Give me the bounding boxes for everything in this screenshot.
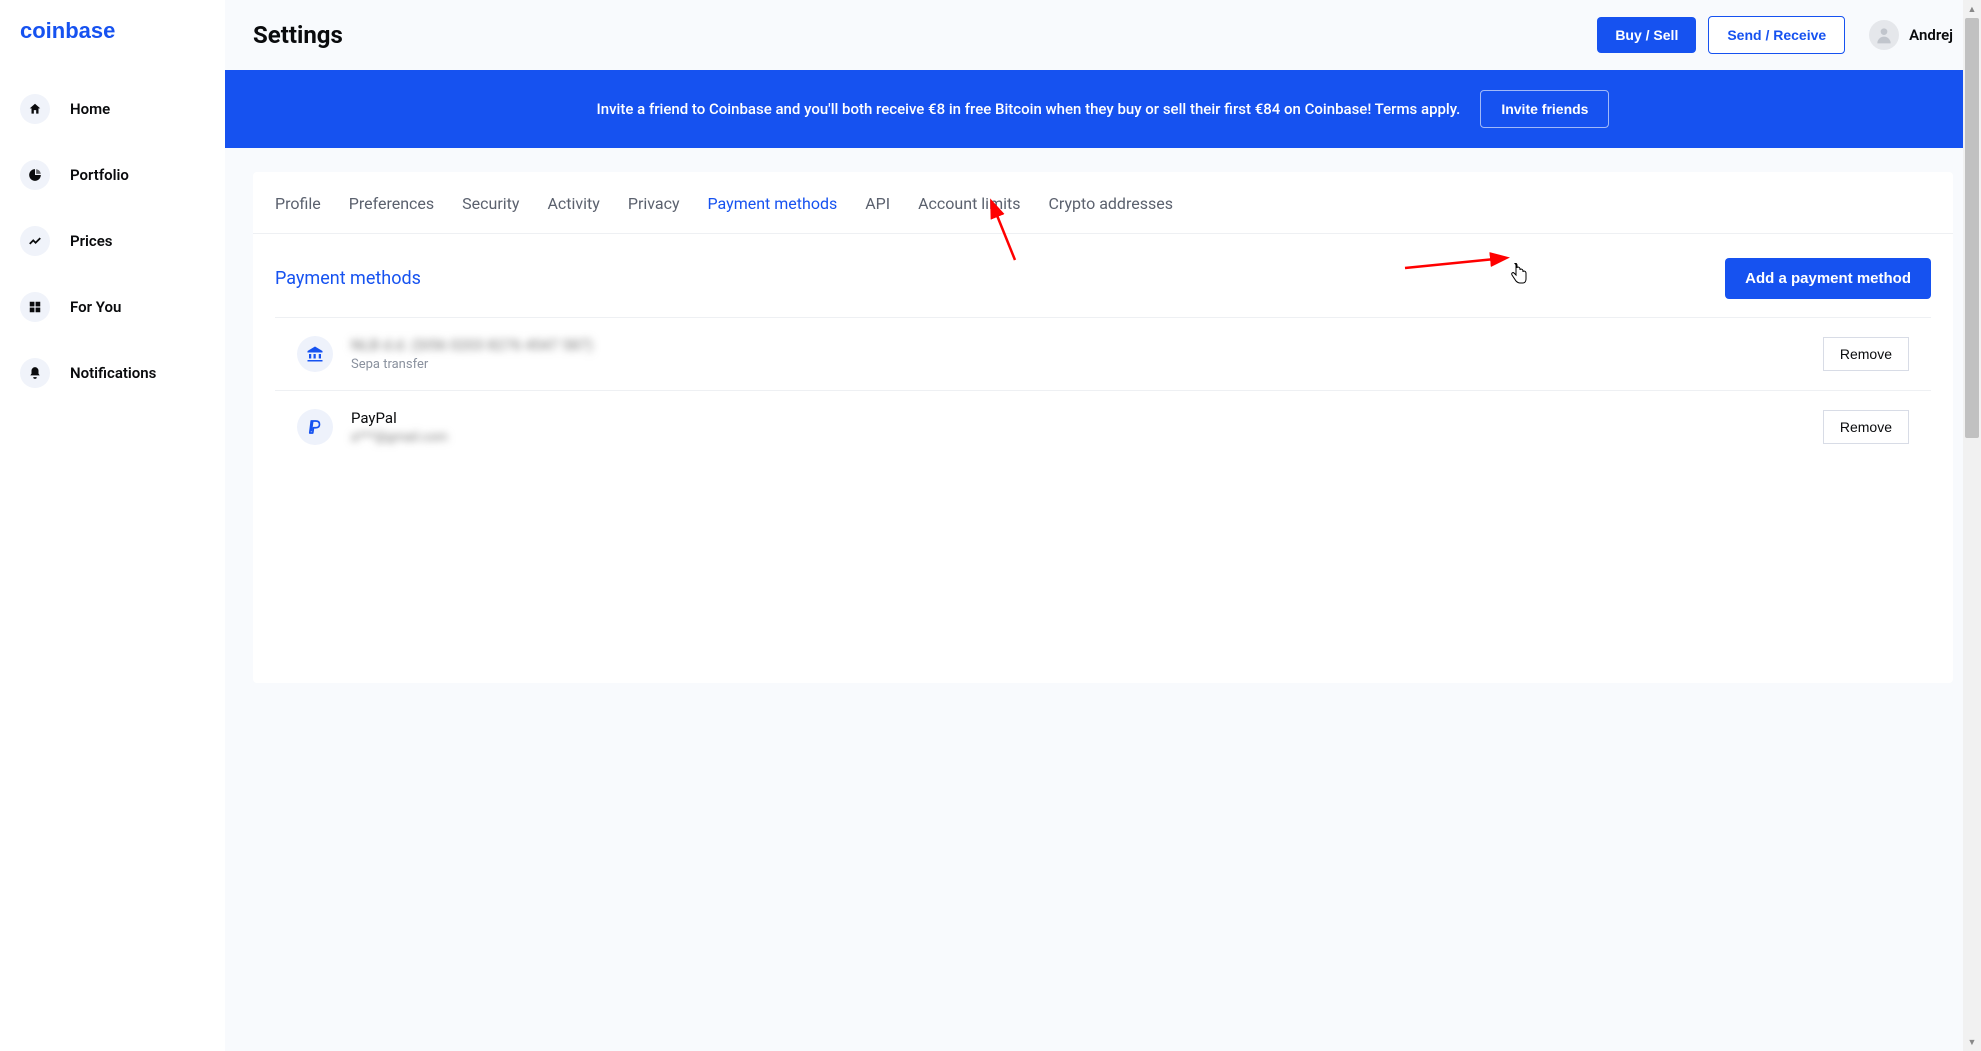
bell-icon: [20, 358, 50, 388]
section-title: Payment methods: [275, 268, 421, 289]
sidebar-item-label: Portfolio: [70, 166, 129, 184]
user-menu[interactable]: Andrej: [1869, 20, 1953, 50]
scrollbar[interactable]: ▲ ▼: [1963, 0, 1981, 1051]
logo[interactable]: coinbase: [0, 20, 225, 76]
sidebar-item-label: Home: [70, 100, 110, 118]
payment-method-sub: Sepa transfer: [351, 357, 593, 372]
invite-friends-button[interactable]: Invite friends: [1480, 90, 1609, 128]
send-receive-button[interactable]: Send / Receive: [1708, 16, 1845, 54]
tab-privacy[interactable]: Privacy: [628, 194, 680, 213]
add-payment-method-button[interactable]: Add a payment method: [1725, 258, 1931, 299]
payment-method-name: PayPal: [351, 409, 448, 427]
tab-crypto-addresses[interactable]: Crypto addresses: [1048, 194, 1172, 213]
paypal-icon: [297, 409, 333, 445]
buy-sell-button[interactable]: Buy / Sell: [1597, 17, 1696, 53]
sidebar-item-label: Notifications: [70, 364, 156, 382]
page-title: Settings: [253, 21, 343, 49]
home-icon: [20, 94, 50, 124]
avatar-icon: [1869, 20, 1899, 50]
section-header: Payment methods Add a payment method: [253, 234, 1953, 317]
svg-text:coinbase: coinbase: [20, 20, 115, 42]
payment-method-row: PayPal a***@gmail.com Remove: [275, 390, 1931, 463]
sidebar-item-notifications[interactable]: Notifications: [0, 340, 225, 406]
settings-card: Profile Preferences Security Activity Pr…: [253, 172, 1953, 683]
remove-button[interactable]: Remove: [1823, 410, 1909, 444]
header-actions: Buy / Sell Send / Receive Andrej: [1597, 16, 1953, 54]
tab-payment-methods[interactable]: Payment methods: [708, 194, 838, 213]
invite-banner: Invite a friend to Coinbase and you'll b…: [225, 70, 1981, 148]
payment-method-info: NLB d.d. (SI56 0203 8276 4547 587) Sepa …: [297, 336, 593, 372]
user-name: Andrej: [1909, 26, 1953, 44]
sidebar-item-label: Prices: [70, 232, 113, 250]
sidebar-item-foryou[interactable]: For You: [0, 274, 225, 340]
grid-icon: [20, 292, 50, 322]
pie-icon: [20, 160, 50, 190]
sidebar: coinbase Home Portfolio Prices For You N…: [0, 0, 225, 1051]
bank-icon: [297, 336, 333, 372]
header: Settings Buy / Sell Send / Receive Andre…: [225, 0, 1981, 70]
payment-method-sub: a***@gmail.com: [351, 430, 448, 445]
payment-method-name: NLB d.d. (SI56 0203 8276 4547 587): [351, 336, 593, 354]
sidebar-item-prices[interactable]: Prices: [0, 208, 225, 274]
sidebar-item-portfolio[interactable]: Portfolio: [0, 142, 225, 208]
scroll-up-icon[interactable]: ▲: [1963, 0, 1981, 18]
chart-icon: [20, 226, 50, 256]
payment-method-info: PayPal a***@gmail.com: [297, 409, 448, 445]
tab-activity[interactable]: Activity: [547, 194, 599, 213]
settings-tabs: Profile Preferences Security Activity Pr…: [253, 172, 1953, 234]
sidebar-item-home[interactable]: Home: [0, 76, 225, 142]
tab-preferences[interactable]: Preferences: [349, 194, 434, 213]
tab-profile[interactable]: Profile: [275, 194, 321, 213]
payment-method-row: NLB d.d. (SI56 0203 8276 4547 587) Sepa …: [275, 317, 1931, 390]
scroll-down-icon[interactable]: ▼: [1963, 1033, 1981, 1051]
tab-account-limits[interactable]: Account limits: [918, 194, 1020, 213]
remove-button[interactable]: Remove: [1823, 337, 1909, 371]
main-content: Settings Buy / Sell Send / Receive Andre…: [225, 0, 1981, 1051]
tab-security[interactable]: Security: [462, 194, 519, 213]
banner-text: Invite a friend to Coinbase and you'll b…: [597, 100, 1461, 118]
tab-api[interactable]: API: [865, 194, 890, 213]
sidebar-item-label: For You: [70, 298, 121, 316]
